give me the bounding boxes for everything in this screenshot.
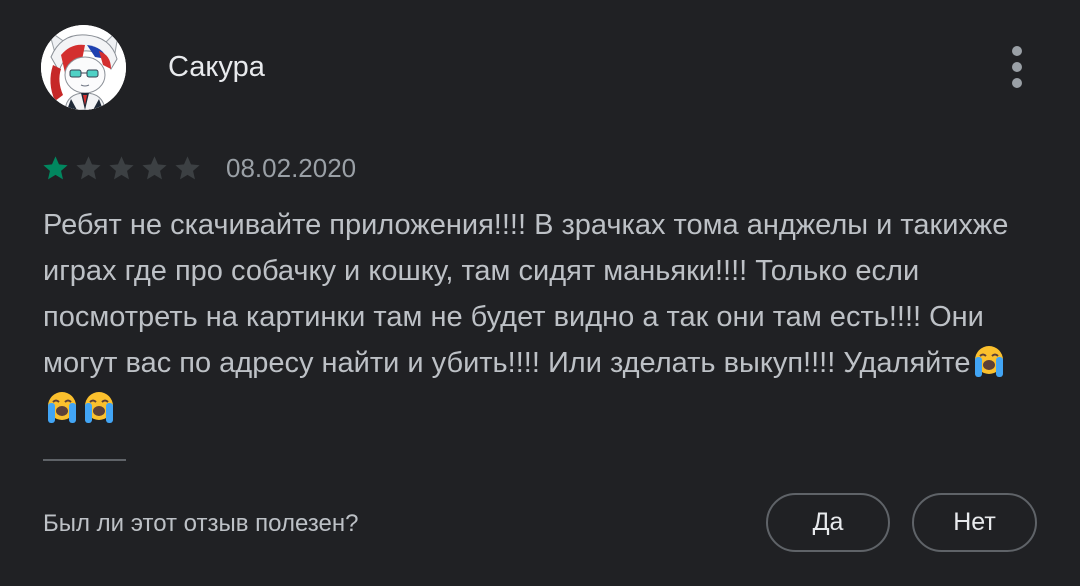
loudly-crying-face-icon bbox=[48, 392, 76, 423]
review-text: Ребят не скачивайте приложения!!!! В зра… bbox=[43, 202, 1043, 432]
star-filled-icon bbox=[43, 155, 68, 179]
review-date: 08.02.2020 bbox=[226, 152, 357, 183]
star-empty-icon bbox=[142, 155, 167, 179]
star-rating bbox=[41, 154, 206, 183]
star-empty-icon bbox=[175, 155, 200, 179]
helpful-no-button[interactable]: Нет bbox=[912, 493, 1037, 552]
avatar bbox=[41, 25, 126, 110]
more-vert-icon-dot bbox=[1012, 46, 1022, 56]
avatar-image bbox=[41, 25, 126, 110]
star-empty-icon bbox=[109, 155, 134, 179]
more-vert-icon-dot bbox=[1012, 78, 1022, 88]
helpful-question: Был ли этот отзыв полезен? bbox=[43, 510, 359, 537]
author-name: Сакура bbox=[168, 51, 265, 83]
divider bbox=[43, 459, 126, 461]
helpful-yes-button[interactable]: Да bbox=[766, 493, 890, 552]
more-vert-icon-dot bbox=[1012, 62, 1022, 72]
rating-row: 08.02.2020 bbox=[41, 150, 356, 186]
star-empty-icon bbox=[76, 155, 101, 179]
review-body: Ребят не скачивайте приложения!!!! В зра… bbox=[43, 209, 1009, 379]
loudly-crying-face-icon bbox=[85, 392, 113, 423]
loudly-crying-face-icon bbox=[975, 346, 1004, 377]
more-options-button[interactable] bbox=[1002, 44, 1032, 90]
